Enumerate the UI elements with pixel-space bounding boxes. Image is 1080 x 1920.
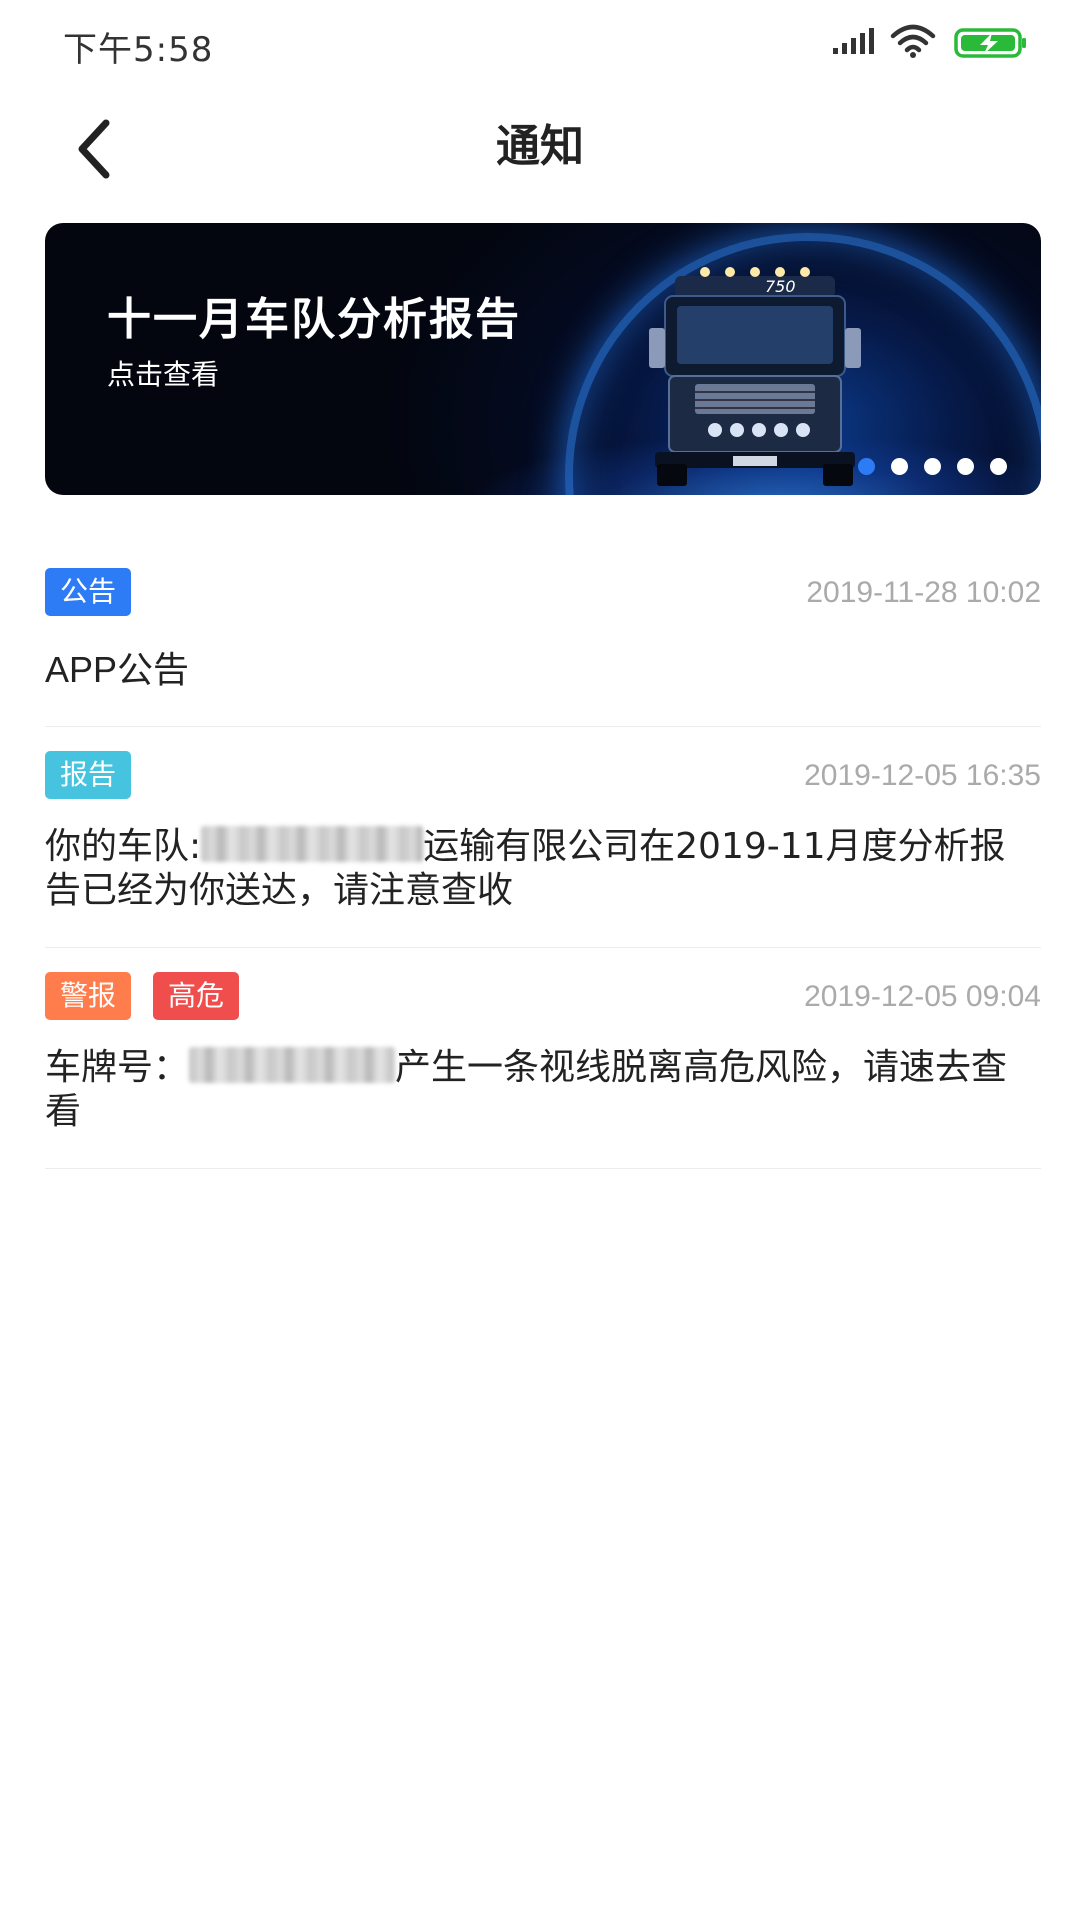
notification-body: APP公告: [45, 648, 1041, 692]
notification-text-prefix: 你的车队:: [45, 826, 202, 867]
notification-item-alert[interactable]: 警报 高危 2019-12-05 09:04 车牌号： 产生一条视线脱离高危风险，请…: [45, 972, 1041, 1169]
banner-subtitle: 点击查看: [107, 358, 220, 391]
carousel-dots: [858, 458, 1007, 475]
notification-header: 公告 2019-11-28 10:02: [45, 568, 1041, 620]
carousel-dot[interactable]: [957, 458, 974, 475]
notification-item-report[interactable]: 报告 2019-12-05 16:35 你的车队: 运输有限公司在2019-11月…: [45, 751, 1041, 948]
carousel-dot[interactable]: [990, 458, 1007, 475]
truck-image: 750: [649, 267, 861, 486]
redacted-fleet-name: [201, 826, 424, 862]
notification-time: 2019-12-05 09:04: [804, 980, 1041, 1013]
header-bar: 通知: [0, 90, 1080, 230]
status-time: 下午5:58: [63, 30, 214, 70]
notification-body: 车牌号： 产生一条视线脱离高危风险，请速去查看: [45, 1046, 1041, 1134]
wifi-icon: [890, 24, 936, 58]
carousel-dot[interactable]: [858, 458, 875, 475]
notification-body: 你的车队: 运输有限公司在2019-11月度分析报告已经为你送达，请注意查收: [45, 825, 1041, 913]
notification-text: APP公告: [45, 649, 190, 690]
notification-header: 报告 2019-12-05 16:35: [45, 751, 1041, 803]
truck-badge: 750: [765, 277, 796, 296]
notification-text-prefix: 车牌号：: [45, 1047, 190, 1088]
tag-announcement: 公告: [45, 568, 132, 616]
redacted-plate-number: [189, 1047, 396, 1083]
banner-title: 十一月车队分析报告: [107, 294, 521, 345]
notifications-screen: 下午5:58 通知 750 十一月车队分析报告 点击查看 公告 2019-11-…: [0, 0, 1080, 1920]
notification-list: 公告 2019-11-28 10:02 APP公告 报告 2019-12-05 …: [45, 568, 1041, 1169]
signal-icon: [833, 28, 874, 54]
notification-header: 警报 高危 2019-12-05 09:04: [45, 972, 1041, 1024]
carousel-dot[interactable]: [924, 458, 941, 475]
tag-report: 报告: [45, 751, 132, 799]
tag-high-risk: 高危: [153, 972, 240, 1020]
status-bar: 下午5:58: [0, 0, 1080, 90]
report-banner[interactable]: 750 十一月车队分析报告 点击查看: [45, 223, 1041, 495]
notification-time: 2019-11-28 10:02: [806, 576, 1041, 609]
page-title: 通知: [496, 121, 584, 172]
notification-item-announcement[interactable]: 公告 2019-11-28 10:02 APP公告: [45, 568, 1041, 727]
carousel-dot[interactable]: [891, 458, 908, 475]
tag-alert: 警报: [45, 972, 132, 1020]
notification-time: 2019-12-05 16:35: [804, 759, 1041, 792]
battery-charging-icon: [954, 28, 1026, 58]
